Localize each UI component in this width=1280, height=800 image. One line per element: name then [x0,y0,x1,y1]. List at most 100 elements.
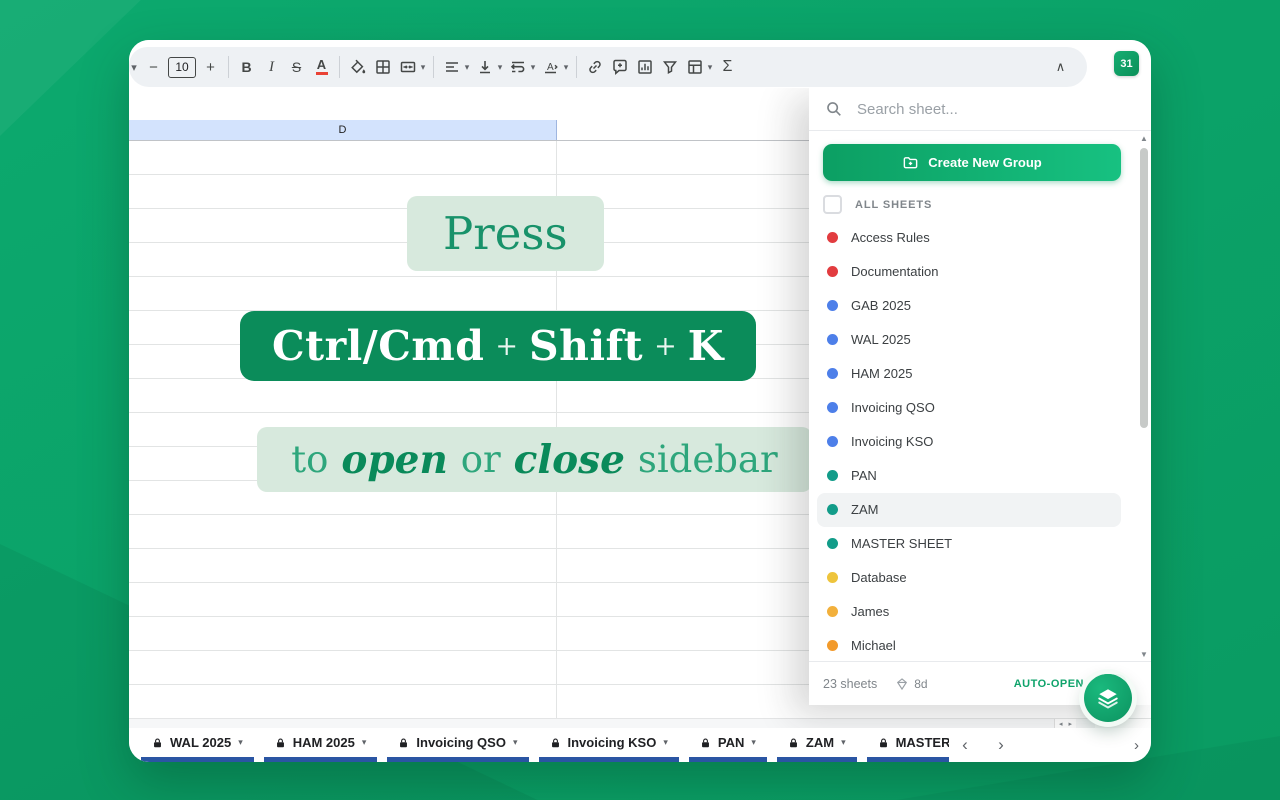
tab-label: HAM 2025 [293,735,355,750]
tabs-prev-button[interactable]: ‹ [953,728,977,762]
hscroll-nav[interactable]: ◂ ▸ [1054,719,1076,728]
tab-label: PAN [718,735,744,750]
chevron-down-icon[interactable]: ▾ [495,62,505,73]
text-color-icon[interactable]: A [309,54,334,80]
scroll-up-icon[interactable]: ▲ [1138,134,1150,143]
fill-color-icon[interactable] [345,54,370,80]
sheet-list-item[interactable]: Access Rules [817,221,1121,255]
sheet-list-item[interactable]: GAB 2025 [817,289,1121,323]
insert-chart-icon[interactable] [632,54,657,80]
decrease-font-size-icon[interactable]: − [141,54,166,80]
auto-open-label: AUTO-OPEN [1014,678,1084,690]
lock-icon [398,737,409,749]
caption-emphasis: close [514,437,625,483]
all-sheets-checkbox[interactable] [823,195,842,214]
collapse-toolbar-icon[interactable]: ∧ [1048,54,1073,80]
sheet-tab-invoicing-qso[interactable]: Invoicing QSO▾ [387,728,528,762]
sheet-tab-wal-2025[interactable]: WAL 2025▾ [141,728,254,762]
chevron-down-icon: ▾ [362,737,367,748]
search-input[interactable] [855,100,1135,119]
shortcut-key: Shift [529,322,643,370]
sheet-color-dot [827,504,838,515]
sheet-list-item[interactable]: MASTER SHEET [817,527,1121,561]
sheet-color-dot [827,402,838,413]
lock-icon [275,737,286,749]
sheet-list-item[interactable]: Invoicing QSO [817,391,1121,425]
create-filter-icon[interactable] [657,54,682,80]
insert-link-icon[interactable] [582,54,607,80]
font-size-input[interactable]: 10 [168,57,196,78]
sheet-tabs: WAL 2025▾ HAM 2025 ▾ Invoicing QSO▾ Invoicin… [129,728,949,762]
sheet-tab-pan[interactable]: PAN ▾ [689,728,767,762]
sheet-color-dot [827,470,838,481]
sheet-tab-invoicing-kso[interactable]: Invoicing KSO▾ [539,728,679,762]
scroll-right-icon[interactable]: ▸ [1069,720,1073,728]
caption-text: sidebar [638,438,778,481]
sheet-list-item[interactable]: HAM 2025 [817,357,1121,391]
chevron-down-icon[interactable]: ▾ [561,62,571,73]
increase-font-size-icon[interactable]: + [198,54,223,80]
sheet-name: PAN [851,468,877,483]
insert-comment-icon[interactable] [607,54,632,80]
tab-label: ZAM [806,735,834,750]
sheet-list-item[interactable]: Invoicing KSO [817,425,1121,459]
svg-text:A: A [547,62,554,73]
sheet-list-item[interactable]: Documentation [817,255,1121,289]
chevron-down-icon[interactable]: ▾ [129,54,141,80]
horizontal-align-icon[interactable] [439,54,464,80]
vertical-align-icon[interactable] [472,54,497,80]
italic-icon[interactable]: I [259,54,284,80]
chevron-down-icon: ▾ [663,737,668,748]
scroll-down-icon[interactable]: ▼ [1138,650,1150,659]
chevron-down-icon[interactable]: ▾ [528,62,538,73]
calendar-icon[interactable]: 31 [1114,51,1139,76]
lock-icon [788,737,799,749]
borders-icon[interactable] [370,54,395,80]
lock-icon [550,737,561,749]
sheet-count: 23 sheets [823,677,877,691]
sheet-list-item[interactable]: Database [817,561,1121,595]
create-new-group-button[interactable]: Create New Group [823,144,1121,181]
sheet-tab-ham-2025[interactable]: HAM 2025 ▾ [264,728,378,762]
sheet-color-dot [827,368,838,379]
create-button-label: Create New Group [928,155,1041,170]
scrollbar-thumb[interactable] [1140,148,1148,428]
sheet-name: MASTER SHEET [851,536,952,551]
sheet-name: Documentation [851,264,938,279]
sheet-name: Invoicing KSO [851,434,933,449]
lock-icon [700,737,711,749]
sheet-name: Database [851,570,907,585]
table-icon[interactable] [682,54,707,80]
extension-fab[interactable] [1084,674,1132,722]
chevron-down-icon[interactable]: ▾ [705,62,715,73]
tabs-next-button[interactable]: › [989,728,1013,762]
sheet-list-item[interactable]: WAL 2025 [817,323,1121,357]
functions-icon[interactable]: Σ [715,54,740,80]
all-sheets-row: ALL SHEETS [823,196,1137,214]
overlay-caption-pill: to open or close sidebar [257,427,812,492]
sheet-list-item[interactable]: PAN [817,459,1121,493]
overlay-press-pill: Press [407,196,604,271]
text-wrap-icon[interactable] [505,54,530,80]
sheet-tab-zam[interactable]: ZAM▾ [777,728,857,762]
sheet-list-item[interactable]: James [817,595,1121,629]
bold-icon[interactable]: B [234,54,259,80]
sidebar-scrollbar[interactable]: ▲ ▼ [1138,134,1150,659]
chevron-right-icon[interactable]: › [1134,728,1139,762]
strikethrough-icon[interactable]: S [284,54,309,80]
calendar-badge: 31 [1120,58,1132,70]
scroll-left-icon[interactable]: ◂ [1059,720,1063,728]
divider [576,56,577,78]
chevron-down-icon[interactable]: ▾ [462,62,472,73]
sheet-list-item[interactable]: Michael [817,629,1121,661]
chevron-down-icon: ▾ [751,737,756,748]
divider [339,56,340,78]
column-header-d[interactable]: D [129,120,557,140]
merge-cells-icon[interactable] [395,54,420,80]
text-rotation-icon[interactable]: A [538,54,563,80]
lock-icon [878,737,889,749]
chevron-down-icon[interactable]: ▾ [418,62,428,73]
sheet-list-item[interactable]: ZAM [817,493,1121,527]
search-icon [825,100,843,118]
sheet-tab-master[interactable]: MASTER▾ [867,728,949,762]
